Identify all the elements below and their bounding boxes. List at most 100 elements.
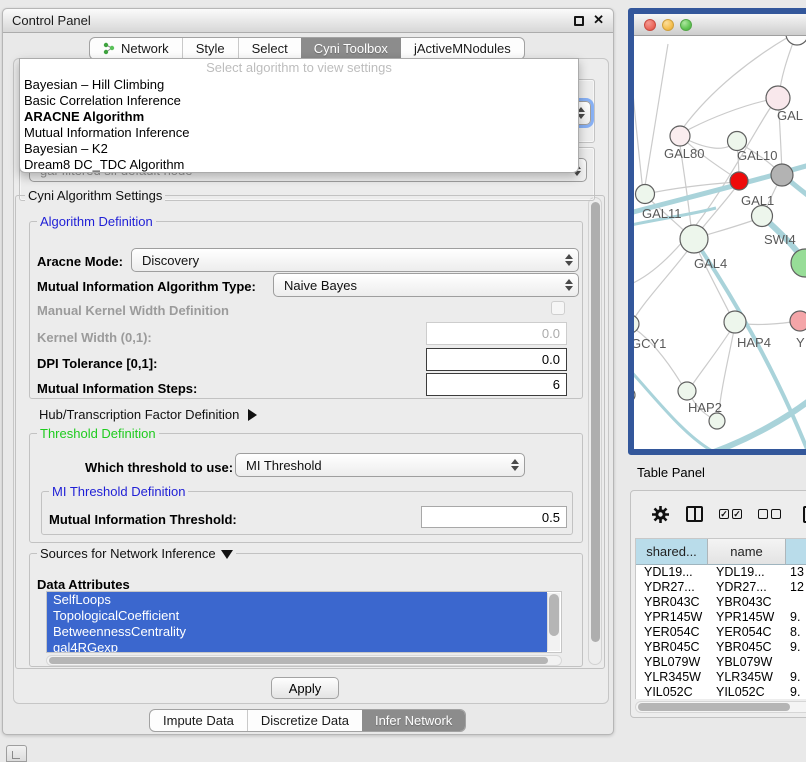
list-horizontal-scrollbar[interactable] [46,655,562,666]
sources-title: Sources for Network Inference [40,546,216,561]
dropdown-item[interactable]: Bayesian – K2 [20,141,578,157]
cyni-settings-title: Cyni Algorithm Settings [28,188,162,203]
column-header-partial[interactable] [786,539,806,565]
svg-text:GAL4: GAL4 [694,256,727,271]
network-node-gal10[interactable] [771,164,793,186]
kernel-width-field[interactable] [426,322,567,345]
expand-right-icon [248,409,257,421]
network-node-swi4[interactable] [752,206,773,227]
network-canvas[interactable]: GAL GAL80 GAL10 GAL1 GAL11 SWI4 GAL4 GCY… [634,36,806,449]
network-node[interactable] [791,249,806,277]
table-row[interactable]: YIL052C YIL052C 9. [636,685,806,699]
tab-network[interactable]: Network [90,38,182,59]
table-row[interactable]: YBL079W YBL079W [636,655,806,670]
attribute-item-selected[interactable]: gal4RGexp [47,640,547,653]
which-threshold-combobox[interactable]: MI Threshold [235,453,525,477]
threshold-definition-title: Threshold Definition [40,426,156,441]
deselect-all-checkboxes-icon[interactable] [758,509,781,519]
minimize-window-icon[interactable] [662,19,674,31]
mi-steps-field[interactable] [426,373,567,396]
svg-text:GAL1: GAL1 [741,193,774,208]
svg-text:GAL11: GAL11 [642,206,682,221]
float-panel-icon[interactable] [574,16,584,26]
mi-threshold-label: Mutual Information Threshold: [49,512,237,527]
svg-text:GAL: GAL [777,108,803,123]
attribute-item-selected[interactable]: BetweennessCentrality [47,624,547,640]
svg-text:HAP2: HAP2 [688,400,722,415]
dropdown-item[interactable]: Bayesian – Hill Climbing [20,77,578,93]
dropdown-item[interactable]: Basic Correlation Inference [20,93,578,109]
table-row[interactable]: YPR145W YPR145W 9. [636,610,806,625]
table-row[interactable]: YBR043C YBR043C [636,595,806,610]
table-row[interactable]: YDL19... YDL19... 13 [636,565,806,580]
zoom-window-icon[interactable] [680,19,692,31]
apply-button[interactable]: Apply [271,677,339,699]
network-node-labels: GAL GAL80 GAL10 GAL1 GAL11 SWI4 GAL4 GCY… [634,108,805,415]
list-vertical-scrollbar[interactable] [547,593,560,651]
mi-algorithm-type-label: Mutual Information Algorithm Type: [37,279,256,294]
table-row[interactable]: YER054C YER054C 8. [636,625,806,640]
tab-select[interactable]: Select [238,38,301,59]
network-node-hap2[interactable] [678,382,696,400]
network-node[interactable] [634,388,635,402]
dropdown-item[interactable]: Dream8 DC_TDC Algorithm [20,157,578,173]
kernel-width-label: Kernel Width (0,1): [37,330,152,345]
table-panel-title: Table Panel [637,465,705,480]
table-header-row: shared... name [636,539,806,565]
tab-impute-data[interactable]: Impute Data [150,710,247,731]
table-row[interactable]: YLR345W YLR345W 9. [636,670,806,685]
network-node-y[interactable] [790,311,806,331]
mi-threshold-field[interactable] [421,506,567,528]
tab-discretize-data[interactable]: Discretize Data [247,710,362,731]
svg-text:GCY1: GCY1 [634,336,666,351]
network-node-gal4[interactable] [680,225,708,253]
close-window-icon[interactable] [644,19,656,31]
table-horizontal-scrollbar[interactable] [635,701,806,713]
mi-algorithm-type-combobox[interactable]: Naive Bayes [273,273,579,297]
columns-icon[interactable] [686,506,703,522]
network-icon [103,42,116,55]
network-node-gal[interactable] [766,86,790,110]
dpi-tolerance-field[interactable] [426,348,567,371]
manual-kernel-width-checkbox[interactable] [551,301,565,315]
restore-panel-button[interactable] [6,745,27,762]
attribute-item-selected[interactable]: SelfLoops [47,592,547,608]
network-node-hap4[interactable] [724,311,746,333]
network-view-window: GAL GAL80 GAL10 GAL1 GAL11 SWI4 GAL4 GCY… [628,8,806,455]
column-header-name[interactable]: name [708,539,786,565]
network-node-gcy1[interactable] [634,315,639,333]
collapse-down-icon[interactable] [221,550,233,559]
hub-definition-toggle[interactable]: Hub/Transcription Factor Definition [39,407,257,422]
network-node[interactable] [786,36,806,45]
dropdown-item[interactable]: Mutual Information Inference [20,125,578,141]
table-panel: ✓✓ shared... name YDL19... YDL19... 13 Y… [630,490,806,718]
hub-definition-label: Hub/Transcription Factor Definition [39,407,239,422]
algorithm-dropdown-popup: Select algorithm to view settings Bayesi… [19,58,579,173]
manual-kernel-width-label: Manual Kernel Width Definition [37,303,229,318]
select-all-checkboxes-icon[interactable]: ✓✓ [719,509,742,519]
tab-infer-network[interactable]: Infer Network [362,710,465,731]
tab-jactivemnodules[interactable]: jActiveMNodules [401,38,524,59]
network-node-gal80[interactable] [670,126,690,146]
data-attributes-list[interactable]: SelfLoops TopologicalCoefficient Between… [46,591,562,653]
table-row[interactable]: YBR045C YBR045C 9. [636,640,806,655]
network-graph: GAL GAL80 GAL10 GAL1 GAL11 SWI4 GAL4 GCY… [634,36,806,449]
svg-text:GAL10: GAL10 [737,148,777,163]
tab-style[interactable]: Style [182,38,238,59]
gear-icon[interactable] [651,505,670,524]
column-header-shared-name[interactable]: shared... [636,539,708,565]
aracne-mode-combobox[interactable]: Discovery [131,248,579,272]
which-threshold-value: MI Threshold [246,458,322,473]
tab-cyni-toolbox[interactable]: Cyni Toolbox [301,38,401,59]
network-node-gal1-selected[interactable] [730,172,748,190]
dropdown-item-selected[interactable]: ARACNE Algorithm [20,109,578,125]
bottom-tabbar: Impute Data Discretize Data Infer Networ… [149,709,466,732]
attribute-item-selected[interactable]: TopologicalCoefficient [47,608,547,624]
close-panel-icon[interactable]: ✕ [593,12,604,28]
table-row[interactable]: YDR27... YDR27... 12 [636,580,806,595]
screen: Control Panel ✕ Network Style Select Cyn… [0,0,806,762]
tab-network-label: Network [121,41,169,56]
network-node-gal11[interactable] [636,185,655,204]
aracne-mode-value: Discovery [142,253,199,268]
network-node[interactable] [709,413,725,429]
